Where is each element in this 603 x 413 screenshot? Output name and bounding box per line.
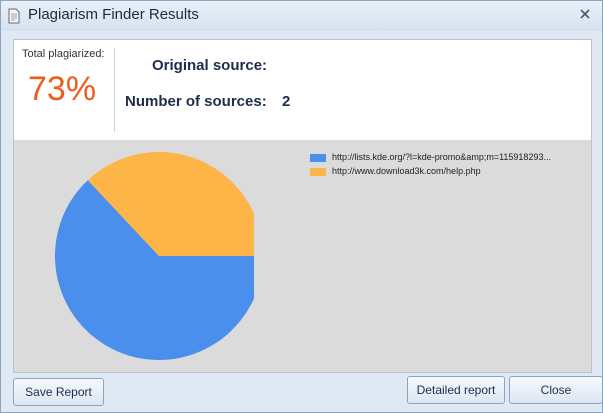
document-icon bbox=[8, 8, 20, 24]
save-report-button[interactable]: Save Report bbox=[13, 378, 104, 406]
original-source-label: Original source: bbox=[152, 57, 268, 74]
chart-area: http://lists.kde.org/?l=kde-promo&amp;m=… bbox=[14, 140, 591, 372]
pie-chart bbox=[55, 152, 254, 360]
results-window: Plagiarism Finder Results Total plagiari… bbox=[0, 0, 603, 413]
total-plagiarized-label: Total plagiarized: bbox=[22, 48, 105, 60]
window-title: Plagiarism Finder Results bbox=[28, 6, 199, 23]
close-button[interactable]: Close bbox=[509, 376, 603, 404]
legend-swatch-2 bbox=[310, 168, 326, 176]
legend-label-2: http://www.download3k.com/help.php bbox=[332, 166, 481, 176]
legend-swatch-1 bbox=[310, 154, 326, 162]
total-plagiarized-value: 73% bbox=[28, 70, 97, 108]
number-of-sources-value: 2 bbox=[282, 93, 291, 110]
close-icon[interactable] bbox=[578, 7, 592, 21]
results-panel: Total plagiarized: 73% Original source: … bbox=[13, 39, 592, 373]
detailed-report-button[interactable]: Detailed report bbox=[407, 376, 505, 404]
number-of-sources-label: Number of sources: bbox=[125, 93, 267, 110]
title-bar: Plagiarism Finder Results bbox=[1, 1, 602, 31]
stats-divider bbox=[114, 48, 115, 132]
legend-label-1: http://lists.kde.org/?l=kde-promo&amp;m=… bbox=[332, 152, 551, 162]
